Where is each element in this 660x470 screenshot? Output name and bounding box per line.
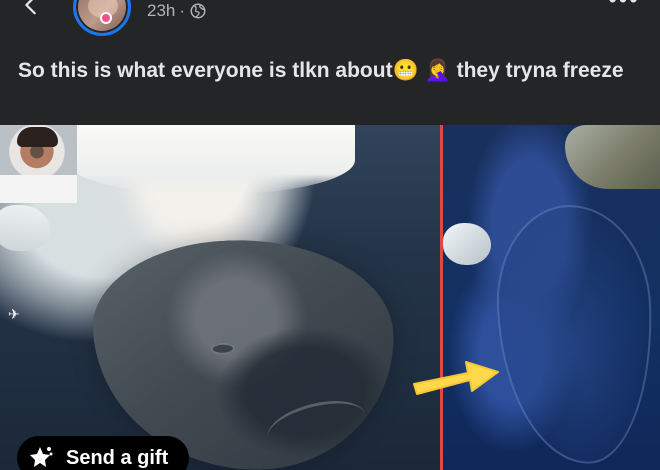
social-post: 23h · ••• So this is what everyone is tl… — [0, 0, 660, 470]
bird-icon: ✈ — [8, 306, 20, 322]
ice-shelf-top — [65, 125, 355, 195]
caption-text-start: So this is what everyone is tlkn about — [18, 59, 393, 82]
more-options-icon: ••• — [608, 0, 639, 13]
post-timestamp: 23h — [147, 1, 176, 20]
landmass-top — [565, 125, 660, 189]
star-gift-icon — [28, 445, 54, 470]
post-meta: 23h · — [147, 1, 207, 21]
grimacing-emoji-icon: 😬 — [392, 58, 419, 82]
whale-ocean-image: ✈ — [0, 125, 442, 470]
post-header: 23h · ••• — [0, 0, 660, 40]
send-gift-button[interactable]: Send a gift — [17, 436, 189, 470]
profile-avatar[interactable] — [73, 0, 131, 36]
more-options-button[interactable]: ••• — [607, 0, 641, 12]
ice-shelf-left — [0, 205, 50, 251]
globe-icon — [190, 3, 206, 19]
story-badge-icon — [100, 12, 112, 24]
post-caption: So this is what everyone is tlkn about😬 … — [18, 56, 648, 85]
send-gift-label: Send a gift — [66, 446, 169, 469]
facepalm-emoji-icon: 🤦‍♀️ — [424, 58, 451, 82]
yellow-arrow-icon — [413, 361, 499, 395]
satellite-map-image — [443, 125, 660, 470]
post-image[interactable]: ✈ — [0, 125, 660, 470]
caption-text-end: they tryna freeze — [456, 59, 624, 82]
back-arrow-icon — [25, 0, 36, 15]
back-button[interactable] — [18, 0, 44, 18]
meta-separator: · — [179, 1, 186, 20]
whale-shape — [90, 234, 398, 470]
ocean-trench-shape — [493, 202, 657, 467]
reaction-inset-image — [0, 125, 77, 203]
island-left — [443, 223, 491, 265]
